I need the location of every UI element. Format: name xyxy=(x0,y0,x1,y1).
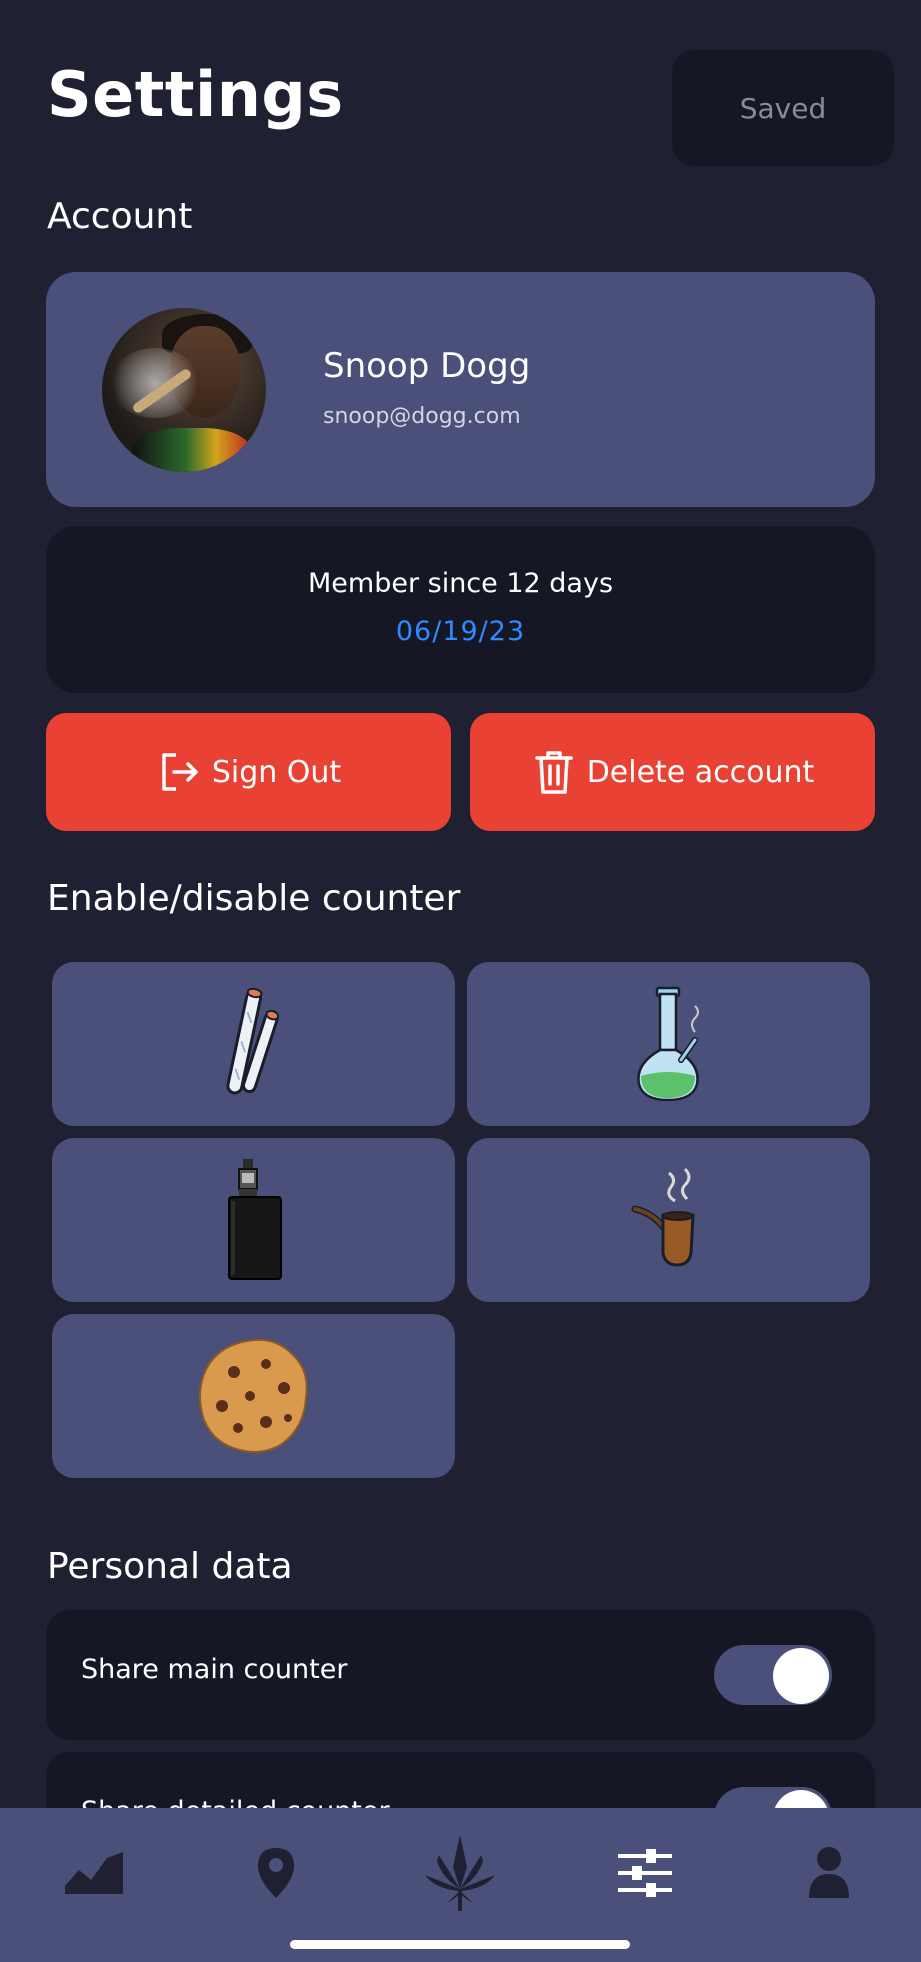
profile-email: snoop@dogg.com xyxy=(323,404,521,429)
delete-account-button[interactable]: Delete account xyxy=(470,713,875,831)
account-section-title: Account xyxy=(47,196,193,237)
counter-toggle-pipe[interactable] xyxy=(467,1138,870,1302)
nav-map[interactable] xyxy=(236,1838,316,1908)
cannabis-leaf-icon xyxy=(425,1835,495,1911)
member-since-date: 06/19/23 xyxy=(395,616,526,647)
cookie-icon xyxy=(198,1338,308,1453)
saved-button[interactable]: Saved xyxy=(672,50,894,166)
sign-out-button[interactable]: Sign Out xyxy=(46,713,451,831)
bong-icon xyxy=(636,986,699,1102)
pipe-icon xyxy=(631,1167,695,1267)
settings-screen: Settings Saved Account Snoop Dogg snoop@… xyxy=(0,0,921,1962)
profile-card[interactable]: Snoop Dogg snoop@dogg.com xyxy=(46,272,875,507)
counter-toggle-joints[interactable] xyxy=(52,962,455,1126)
nav-home[interactable] xyxy=(420,1835,500,1911)
membership-card: Member since 12 days 06/19/23 xyxy=(46,526,875,693)
nav-profile[interactable] xyxy=(789,1838,869,1908)
map-pin-icon xyxy=(258,1848,294,1898)
profile-name: Snoop Dogg xyxy=(323,346,531,386)
share-main-counter-row: Share main counter xyxy=(46,1610,875,1740)
member-since-label: Member since 12 days xyxy=(307,568,614,599)
delete-account-label: Delete account xyxy=(586,754,815,790)
counter-toggle-vape[interactable] xyxy=(52,1138,455,1302)
counter-section-title: Enable/disable counter xyxy=(47,878,461,919)
personal-section-title: Personal data xyxy=(47,1546,293,1587)
joints-icon xyxy=(225,987,279,1095)
nav-stats[interactable] xyxy=(54,1838,134,1908)
vape-icon xyxy=(227,1159,282,1280)
header: Settings xyxy=(47,58,344,131)
stats-icon xyxy=(65,1852,123,1894)
bottom-nav xyxy=(0,1808,921,1962)
sign-out-icon xyxy=(162,753,198,791)
share-main-counter-label: Share main counter xyxy=(81,1654,348,1685)
nav-settings[interactable] xyxy=(605,1838,685,1908)
avatar[interactable] xyxy=(102,308,266,472)
toggle-knob xyxy=(773,1648,829,1704)
home-indicator xyxy=(290,1940,630,1949)
sign-out-label: Sign Out xyxy=(211,754,342,790)
counter-toggle-edibles[interactable] xyxy=(52,1314,455,1478)
user-icon xyxy=(809,1847,849,1898)
counter-toggle-bong[interactable] xyxy=(467,962,870,1126)
trash-icon xyxy=(534,751,573,794)
page-title: Settings xyxy=(47,58,344,131)
sliders-icon xyxy=(618,1849,672,1897)
share-main-counter-toggle[interactable] xyxy=(714,1645,832,1705)
